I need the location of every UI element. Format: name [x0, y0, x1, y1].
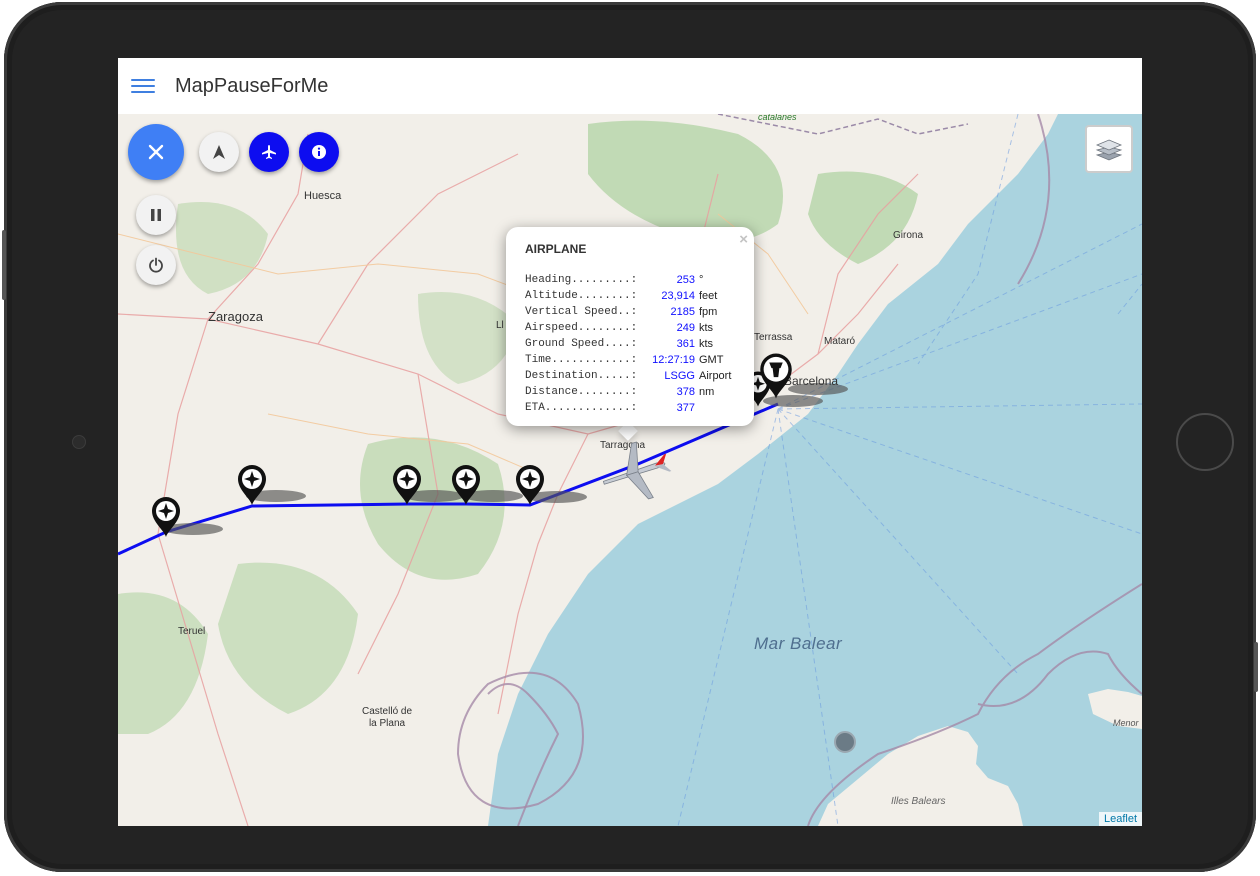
power-icon: [149, 257, 163, 273]
map-marker-dot: [834, 731, 856, 753]
layers-icon: [1095, 139, 1123, 161]
navigate-button[interactable]: [199, 132, 239, 172]
row-vertical-speed: Vertical Speed..: 2185 fpm: [525, 304, 731, 320]
row-value: LSGG: [664, 370, 695, 382]
row-label: Altitude........:: [525, 290, 638, 302]
row-label: Destination.....:: [525, 370, 638, 382]
power-button[interactable]: [136, 245, 176, 285]
row-unit: nm: [699, 386, 715, 398]
app-title: MapPauseForMe: [175, 75, 329, 97]
airplane-button[interactable]: [249, 132, 289, 172]
close-icon: [148, 144, 164, 160]
row-value: 377: [676, 402, 695, 414]
row-label: Time............:: [525, 354, 638, 366]
airplane-icon[interactable]: [596, 440, 672, 504]
row-value: 2185: [670, 306, 695, 318]
app-bar: MapPauseForMe: [118, 58, 1142, 114]
control-tower-icon[interactable]: [758, 352, 794, 400]
popup-title: AIRPLANE: [525, 242, 587, 256]
waypoint-marker-icon[interactable]: [514, 464, 546, 506]
label-illes-balears: Illes Balears: [891, 796, 946, 807]
info-icon: [312, 145, 326, 159]
row-unit: kts: [699, 322, 714, 334]
label-zaragoza: Zaragoza: [208, 309, 263, 324]
power-side-button: [1254, 642, 1258, 692]
row-ground-speed: Ground Speed....: 361 kts: [525, 336, 731, 352]
row-value: 249: [676, 322, 695, 334]
row-unit: °: [699, 274, 704, 286]
airplane-icon: [262, 145, 276, 159]
row-destination: Destination.....: LSGG Airport: [525, 368, 731, 384]
waypoint-marker-icon[interactable]: [150, 496, 182, 538]
row-heading: Heading.........: 253 °: [525, 272, 731, 288]
home-button[interactable]: [1176, 413, 1234, 471]
row-value: 253: [676, 274, 695, 286]
label-teruel: Teruel: [178, 626, 206, 637]
hamburger-icon[interactable]: [131, 77, 155, 95]
row-unit: kts: [699, 338, 714, 350]
waypoint-marker-icon[interactable]: [450, 464, 482, 506]
row-label: ETA.............:: [525, 402, 638, 414]
close-button[interactable]: [128, 124, 184, 180]
info-button[interactable]: [299, 132, 339, 172]
row-unit: fpm: [699, 306, 718, 318]
row-time: Time............: 12:27:19 GMT: [525, 352, 731, 368]
row-label: Heading.........:: [525, 274, 638, 286]
airplane-popup: × AIRPLANE Heading.........: 253 ° Altitud…: [506, 227, 754, 426]
pause-icon: [151, 209, 161, 221]
row-unit: feet: [699, 290, 718, 302]
row-value: 23,914: [661, 290, 695, 302]
row-value: 361: [676, 338, 695, 350]
row-unit: Airport: [699, 370, 732, 382]
camera: [72, 435, 86, 449]
map[interactable]: Huesca Zaragoza Ll Teruel Castelló de la…: [118, 112, 1142, 826]
label-menorca: Menor: [1113, 718, 1139, 728]
layers-button[interactable]: [1085, 125, 1133, 173]
popup-close-button[interactable]: ×: [739, 231, 748, 248]
waypoint-marker-icon[interactable]: [236, 464, 268, 506]
row-value: 378: [676, 386, 695, 398]
row-distance: Distance........: 378 nm: [525, 384, 731, 400]
label-mataro: Mataró: [824, 336, 856, 347]
label-mar-balear: Mar Balear: [754, 634, 843, 653]
label-huesca: Huesca: [304, 190, 342, 202]
leaflet-attribution-link[interactable]: Leaflet: [1098, 812, 1142, 826]
app-screen: MapPauseForMe Huesca Zaragoza Ll Teruel …: [118, 58, 1142, 826]
label-castello: Castelló de la Plana: [362, 706, 413, 729]
row-unit: GMT: [699, 354, 724, 366]
row-airspeed: Airspeed........: 249 kts: [525, 320, 731, 336]
row-label: Distance........:: [525, 386, 638, 398]
row-label: Ground Speed....:: [525, 338, 638, 350]
label-girona: Girona: [893, 230, 924, 241]
waypoint-marker-icon[interactable]: [391, 464, 423, 506]
row-eta: ETA.............: 377: [525, 400, 731, 416]
pause-button[interactable]: [136, 195, 176, 235]
row-value: 12:27:19: [652, 354, 695, 366]
label-lleida: Ll: [496, 320, 504, 331]
row-altitude: Altitude........: 23,914 feet: [525, 288, 731, 304]
volume-button: [2, 230, 6, 300]
row-label: Airspeed........:: [525, 322, 638, 334]
popup-data: Heading.........: 253 ° Altitude........: 2…: [525, 272, 731, 416]
label-terrassa: Terrassa: [754, 332, 793, 343]
row-label: Vertical Speed..:: [525, 306, 638, 318]
navigation-arrow-icon: [213, 145, 225, 159]
